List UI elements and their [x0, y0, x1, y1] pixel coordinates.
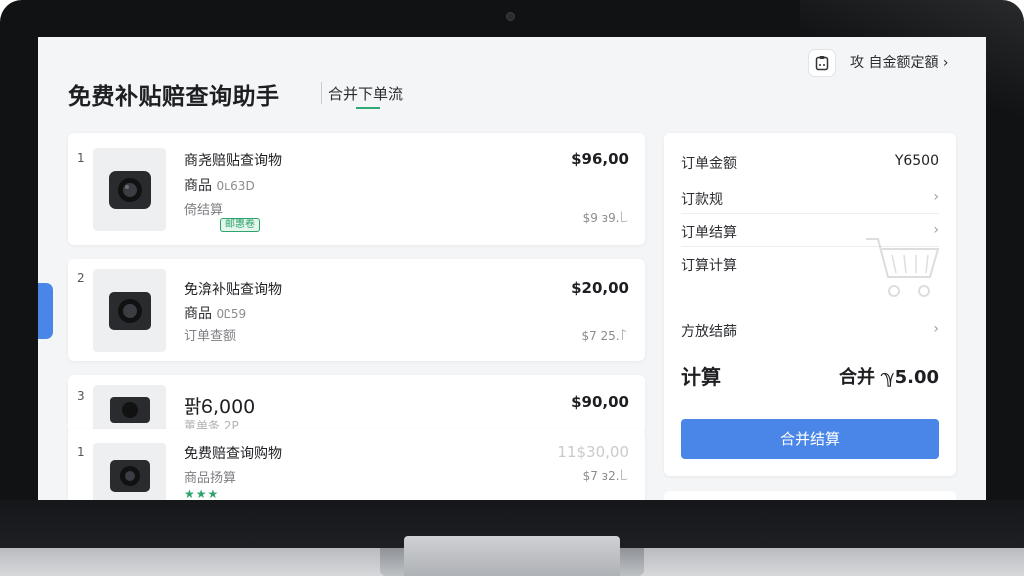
item-price: $96,00: [571, 150, 629, 168]
product-image: [93, 269, 166, 352]
rating-stars: ★★★: [184, 487, 220, 501]
camera-icon: [108, 170, 151, 209]
total-value: 合并 ℽ5.00: [839, 367, 939, 388]
amount-settings-link[interactable]: 攻 自金额定額 ›: [850, 52, 949, 72]
camera-icon: [108, 291, 151, 330]
item-original-price: $7 ᴈ2.꒒: [582, 469, 629, 483]
product-meta: 商品 0Ꮭ59: [184, 306, 247, 322]
camera-icon: [109, 397, 150, 423]
page-title: 免费补贴赔查询助手: [68, 84, 280, 110]
tab-merge-order[interactable]: 合并下单流: [328, 83, 403, 104]
summary-row-rules[interactable]: 订款规 ›: [681, 189, 939, 209]
active-tab-indicator: [356, 107, 380, 109]
cart-item-card[interactable]: 1 商尧赔贴查询物 商品 0ʟ63D 倚结算 邮惠卷 $96,00 $9 ᴈ9.…: [68, 133, 645, 245]
product-note: 倚结算: [184, 203, 224, 218]
side-drawer-handle[interactable]: [38, 283, 53, 339]
product-image: [93, 443, 166, 501]
webcam: [506, 12, 515, 21]
item-original-price: $7 25.꒓: [581, 329, 629, 343]
divider: [681, 213, 939, 214]
clipboard-icon[interactable]: [808, 49, 836, 77]
product-headline[interactable]: 팕Ꮾ,000: [184, 392, 255, 419]
product-image: [93, 148, 166, 231]
summary-row-method[interactable]: 方放结蒒 ›: [681, 321, 939, 341]
checkout-button[interactable]: 合并结算: [681, 419, 939, 459]
order-summary-panel: 订单金额 Y6500 订款规 › 订单结算 › 订算计算 方放结蒒 › 计算 合…: [664, 133, 956, 476]
monitor-stand: [404, 536, 620, 576]
product-name[interactable]: 免渰补贴查询物: [184, 279, 282, 299]
product-name[interactable]: 商尧赔贴查询物: [184, 150, 282, 170]
order-amount-label: 订单金额: [681, 156, 737, 172]
order-amount-row: 订单金额 Y6500: [681, 153, 939, 173]
total-label: 计算: [681, 365, 721, 389]
item-index: 1: [77, 445, 85, 459]
item-index: 2: [77, 271, 85, 285]
screen: 免费补贴赔查询助手 合并下单流 攻 自金额定額 › 1 商尧赔贴查询物 商品 0…: [38, 37, 986, 501]
product-image: [93, 385, 166, 435]
total-row: 计算 合并 ℽ5.00: [681, 361, 939, 390]
item-price: $20,00: [571, 279, 629, 297]
item-price: 11$30,00: [557, 443, 629, 461]
item-price: $90,00: [571, 393, 629, 411]
item-original-price: $9 ᴈ9.꒒: [582, 211, 629, 225]
camera-icon: [109, 460, 150, 492]
cart-item-card[interactable]: 3 팕Ꮾ,000 董单条 2P $90,00: [68, 375, 645, 435]
shopping-cart-icon: [864, 233, 942, 307]
coupon-badge: 邮惠卷: [220, 218, 260, 232]
title-divider: [321, 82, 322, 104]
order-amount-value: Y6500: [894, 153, 939, 169]
cart-item-card[interactable]: 2 免渰补贴查询物 商品 0Ꮭ59 订单查额 $20,00 $7 25.꒓: [68, 259, 645, 361]
product-meta: 商品 0ʟ63D: [184, 178, 255, 194]
product-name[interactable]: 免费赔查询购物: [184, 443, 282, 463]
item-index: 1: [77, 151, 85, 165]
product-sku: 0ʟ63D: [216, 179, 255, 193]
cart-item-card[interactable]: 1 免费赔查询购物 商品扬算 ★★★ 11$30,00 $7 ᴈ2.꒒: [68, 429, 645, 501]
item-index: 3: [77, 389, 85, 403]
chevron-right-icon: ›: [933, 189, 939, 205]
chevron-right-icon: ›: [933, 321, 939, 337]
product-meta: 商品扬算: [184, 471, 237, 486]
product-note: 订单查额: [184, 329, 237, 344]
product-sku: 0Ꮭ59: [216, 307, 247, 321]
